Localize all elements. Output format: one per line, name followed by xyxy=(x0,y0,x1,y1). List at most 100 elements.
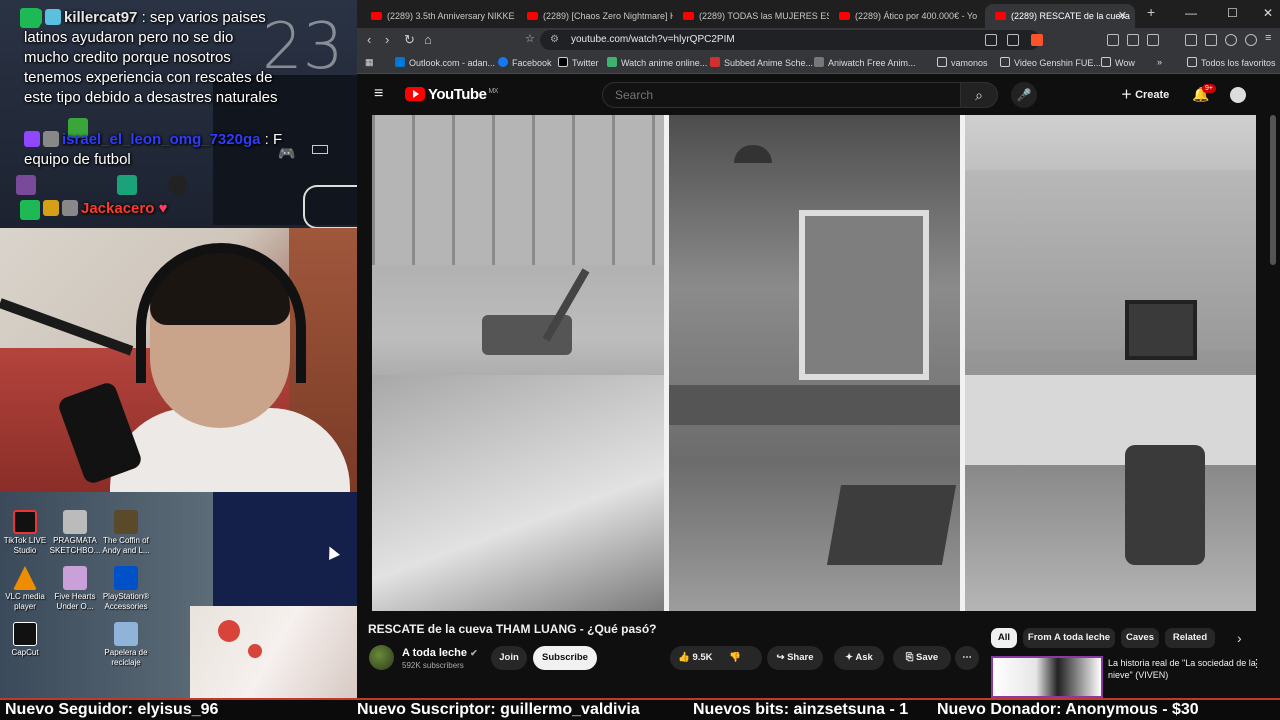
maximize-icon[interactable]: ☐ xyxy=(1227,6,1238,20)
battery-icon xyxy=(312,145,328,154)
browser-tab-active[interactable]: (2289) RESCATE de la cueva ✕ xyxy=(985,4,1135,28)
search-icon: ⌕ xyxy=(975,87,983,103)
menu-icon[interactable]: ≡ xyxy=(1265,32,1271,44)
youtube-logo[interactable]: YouTube MX xyxy=(405,86,498,103)
desktop-icon[interactable]: Papelera de reciclaje xyxy=(96,622,156,668)
more-actions-icon[interactable]: ⋯ xyxy=(955,646,979,670)
create-button[interactable]: ＋ Create xyxy=(1121,86,1169,102)
hamburger-menu-icon[interactable]: ≡ xyxy=(374,85,383,103)
channel-name[interactable]: A toda leche ✔ xyxy=(402,647,478,659)
video-frame-dressing-room xyxy=(669,115,960,611)
bookmark-subbed[interactable]: Subbed Anime Sche... xyxy=(710,57,813,68)
minimize-icon[interactable]: — xyxy=(1185,6,1197,20)
recommended-title[interactable]: La historia real de "La sociedad de la n… xyxy=(1108,657,1258,681)
extension-icon[interactable] xyxy=(1147,34,1159,46)
x-twitter-icon xyxy=(558,57,568,67)
url-field[interactable]: ⚙ youtube.com/watch?v=hlyrQPC2PIM xyxy=(540,30,1040,50)
notifications-count: 9+ xyxy=(1202,84,1216,93)
reload-icon[interactable]: ↻ xyxy=(404,32,415,48)
chat-username: Jackacero xyxy=(81,200,155,217)
like-button[interactable]: 👍 9.5K xyxy=(678,652,713,663)
ticker-bits: Nuevos bits: ainzsetsuna - 1 xyxy=(693,701,909,718)
bookmark-facebook[interactable]: Facebook xyxy=(498,57,552,68)
search-button[interactable]: ⌕ xyxy=(960,82,998,108)
close-window-icon[interactable]: ✕ xyxy=(1263,6,1273,20)
bookmark-star-icon[interactable]: ☆ xyxy=(525,32,535,45)
share-icon[interactable] xyxy=(1007,34,1019,46)
recommended-thumbnail[interactable] xyxy=(991,656,1103,698)
vlc-icon xyxy=(13,566,37,590)
more-bookmarks-icon[interactable]: » xyxy=(1157,57,1162,67)
wallet-icon[interactable] xyxy=(1245,34,1257,46)
bookmark-folder[interactable]: Video Genshin FUE... xyxy=(1000,57,1101,68)
chip-from-channel[interactable]: From A toda leche xyxy=(1023,628,1115,648)
bookmark-aniwatch[interactable]: Aniwatch Free Anim... xyxy=(814,57,916,68)
bookmark-folder[interactable]: vamonos xyxy=(937,57,988,68)
brave-shield-icon[interactable] xyxy=(1031,34,1043,46)
video-player[interactable] xyxy=(372,115,1256,611)
page-scrollbar[interactable] xyxy=(1270,115,1276,265)
ask-button[interactable]: ✦ Ask xyxy=(834,646,884,670)
search-input[interactable] xyxy=(602,82,960,108)
chat-message: israel_el_leon_omg_7320ga : F xyxy=(24,130,282,150)
desktop-icon[interactable]: PlayStation® Accessories xyxy=(96,566,156,612)
home-icon[interactable]: ⌂ xyxy=(424,32,432,47)
chat-message: equipo de futbol xyxy=(24,151,131,168)
chip-related[interactable]: Related xyxy=(1165,628,1215,648)
rubble-ground xyxy=(372,375,664,611)
screen-cast-icon[interactable] xyxy=(985,34,997,46)
desktop: TikTok LIVE Studio PRAGMATA SKETCHBO... … xyxy=(0,492,357,698)
chip-all[interactable]: All xyxy=(991,628,1017,648)
desktop-icon[interactable]: The Coffin of Andy and L... xyxy=(96,510,156,556)
bookmark-folder-all[interactable]: Todos los favoritos xyxy=(1187,57,1276,68)
youtube-favicon-icon xyxy=(527,12,538,20)
back-icon[interactable]: ‹ xyxy=(367,32,371,47)
browser-tab[interactable]: (2289) 3.5th Anniversary NIKKE – A xyxy=(361,4,517,28)
controller-icon xyxy=(303,185,357,229)
coffin-icon xyxy=(114,510,138,534)
chat-message: tenemos experiencia con rescates de xyxy=(24,69,273,86)
desktop-icon[interactable]: CapCut xyxy=(0,622,55,658)
extension-icon[interactable] xyxy=(1127,34,1139,46)
browser-tab[interactable]: (2289) Ático por 400.000€ - Yo xyxy=(829,4,985,28)
makeup-case xyxy=(826,485,957,565)
save-button[interactable]: ⎘ Save xyxy=(893,646,951,670)
extension-icon[interactable] xyxy=(1107,34,1119,46)
sidebar-icon[interactable] xyxy=(1205,34,1217,46)
chip-caves[interactable]: Caves xyxy=(1121,628,1159,648)
chat-username: killercat97 xyxy=(64,9,138,26)
user-avatar[interactable] xyxy=(1230,87,1246,103)
channel-avatar[interactable] xyxy=(369,645,394,670)
forward-icon[interactable]: › xyxy=(385,32,389,47)
subscribe-button[interactable]: Subscribe xyxy=(533,646,597,670)
chat-message: killercat97 : sep varios paises xyxy=(26,8,266,28)
bookmarks-bar: ▦ Outlook.com - adan... Facebook Twitter… xyxy=(357,52,1280,74)
video-frame-construction-site xyxy=(372,115,664,611)
recommended-menu-icon[interactable]: ⋮ xyxy=(1251,657,1262,670)
join-button[interactable]: Join xyxy=(491,646,527,670)
browser-tab[interactable]: (2289) [Chaos Zero Nightmare] He xyxy=(517,4,673,28)
webcam-feed xyxy=(0,228,357,492)
chips-next-icon[interactable]: › xyxy=(1237,630,1242,646)
wallpaper-art xyxy=(190,606,357,698)
dislike-button[interactable]: 👎 xyxy=(729,652,741,663)
music-icon[interactable] xyxy=(1185,34,1197,46)
close-tab-icon[interactable]: ✕ xyxy=(1118,4,1127,28)
voice-search-button[interactable]: 🎤 xyxy=(1011,82,1037,108)
bookmark-anime[interactable]: Watch anime online... xyxy=(607,57,707,68)
apps-grid-icon[interactable]: ▦ xyxy=(365,57,374,68)
bookmark-twitter[interactable]: Twitter xyxy=(558,57,599,68)
youtube-header: ≡ YouTubeMX ⌕ 🎤 ＋ Create 🔔 9+ xyxy=(357,75,1280,115)
bookmark-folder[interactable]: Wow xyxy=(1101,57,1135,68)
badge-icon xyxy=(62,200,78,216)
browser-tab[interactable]: (2289) TODAS las MUJERES ESTÁN xyxy=(673,4,829,28)
plus-icon: ＋ xyxy=(1121,89,1136,101)
playstation-icon xyxy=(114,566,138,590)
chat-username: israel_el_leon_omg_7320ga xyxy=(62,131,261,148)
folder-icon xyxy=(937,57,947,67)
bookmark-outlook[interactable]: Outlook.com - adan... xyxy=(395,57,495,68)
new-tab-button[interactable]: + xyxy=(1147,4,1155,20)
share-button[interactable]: ↪ Share xyxy=(767,646,823,670)
shield-icon[interactable] xyxy=(1225,34,1237,46)
recycle-bin-icon xyxy=(114,622,138,646)
